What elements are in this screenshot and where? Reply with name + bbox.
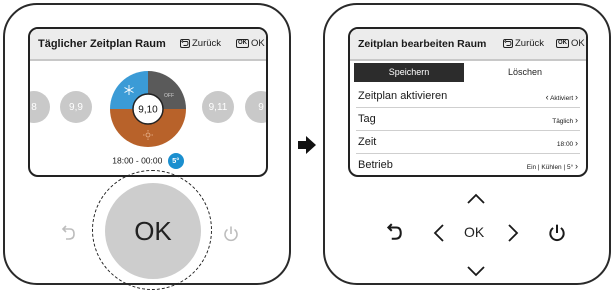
ok-key-icon: OK [236, 39, 249, 48]
neighbor-day-far-left: 8 [30, 91, 50, 123]
temperature-badge: 5° [167, 153, 184, 169]
tab-bar: Speichern Löschen [350, 63, 586, 82]
center-ok-button[interactable]: OK [464, 224, 484, 240]
ok-key-icon: OK [556, 39, 569, 48]
row-value-text: Täglich [552, 118, 574, 125]
chevron-right-icon: › [575, 92, 578, 102]
chevron-right-icon: › [575, 115, 578, 125]
right-display-header: Zeitplan bearbeiten Raum Zurück OK OK [350, 29, 586, 61]
ok-button[interactable]: OK [105, 183, 201, 279]
left-ok-label: OK [251, 38, 265, 49]
left-back-control: Zurück [180, 38, 221, 49]
power-button[interactable] [547, 223, 567, 243]
back-key-icon [503, 39, 513, 48]
row-value: 18:00 › [557, 138, 578, 148]
row-label: Zeit [358, 136, 377, 148]
back-key-icon [180, 39, 190, 48]
row-label: Tag [358, 113, 376, 125]
row-value-text: Aktiviert [550, 95, 574, 102]
row-value: ‹ Aktiviert › [546, 92, 578, 102]
right-display-title: Zeitplan bearbeiten Raum [358, 38, 487, 50]
down-button[interactable] [466, 265, 486, 277]
tab-loeschen[interactable]: Löschen [468, 63, 582, 82]
row-betrieb[interactable]: Betrieb Ein | Kühlen | 5° › [356, 154, 580, 175]
neighbor-day-right: 9,11 [202, 91, 234, 123]
row-value-text: 18:00 [556, 141, 574, 148]
left-ok-control: OK OK [236, 38, 265, 49]
back-button[interactable] [60, 225, 76, 241]
row-value: Ein | Kühlen | 5° › [527, 161, 578, 171]
left-display-header: Täglicher Zeitplan Raum Zurück OK OK [30, 29, 266, 61]
neighbor-day-far-right: 9 [245, 91, 266, 123]
right-ok-control: OK OK [556, 38, 585, 49]
left-display: Täglicher Zeitplan Raum Zurück OK OK 8 9… [28, 27, 268, 177]
ok-button-label: OK [134, 215, 172, 246]
chevron-left-icon: ‹ [545, 92, 549, 102]
back-button[interactable] [385, 223, 403, 241]
arrow-right-icon [298, 136, 316, 154]
ring-off-label: OFF [164, 93, 174, 99]
time-range: 18:00 - 00:00 [112, 155, 163, 166]
row-label: Zeitplan aktivieren [358, 90, 448, 102]
chevron-right-icon: › [575, 161, 578, 171]
row-value-text: Ein | Kühlen | 5° [526, 164, 574, 171]
right-control-panel: Zeitplan bearbeiten Raum Zurück OK OK Sp… [323, 3, 611, 285]
power-button[interactable] [222, 225, 240, 243]
right-display: Zeitplan bearbeiten Raum Zurück OK OK Sp… [348, 27, 588, 177]
row-zeit[interactable]: Zeit 18:00 › [356, 131, 580, 154]
neighbor-day-left: 9,9 [60, 91, 92, 123]
right-back-label: Zurück [515, 38, 545, 49]
row-label: Betrieb [358, 159, 393, 171]
ring-center-label: 9,10 [138, 105, 158, 116]
right-button[interactable] [507, 223, 519, 243]
right-back-control: Zurück [503, 38, 544, 49]
left-display-title: Täglicher Zeitplan Raum [38, 38, 166, 50]
row-zeitplan-aktivieren[interactable]: Zeitplan aktivieren ‹ Aktiviert › [356, 85, 580, 108]
time-range-row: 18:00 - 00:00 5° [30, 153, 266, 169]
up-button[interactable] [466, 193, 486, 205]
right-ok-label: OK [571, 38, 585, 49]
row-value: Täglich › [552, 115, 578, 125]
left-button[interactable] [433, 223, 445, 243]
left-back-label: Zurück [192, 38, 222, 49]
left-control-panel: Täglicher Zeitplan Raum Zurück OK OK 8 9… [3, 3, 291, 290]
row-tag[interactable]: Tag Täglich › [356, 108, 580, 131]
chevron-right-icon: › [575, 138, 578, 148]
tab-speichern[interactable]: Speichern [354, 63, 464, 82]
schedule-ring: OFF 9,10 [110, 71, 186, 147]
